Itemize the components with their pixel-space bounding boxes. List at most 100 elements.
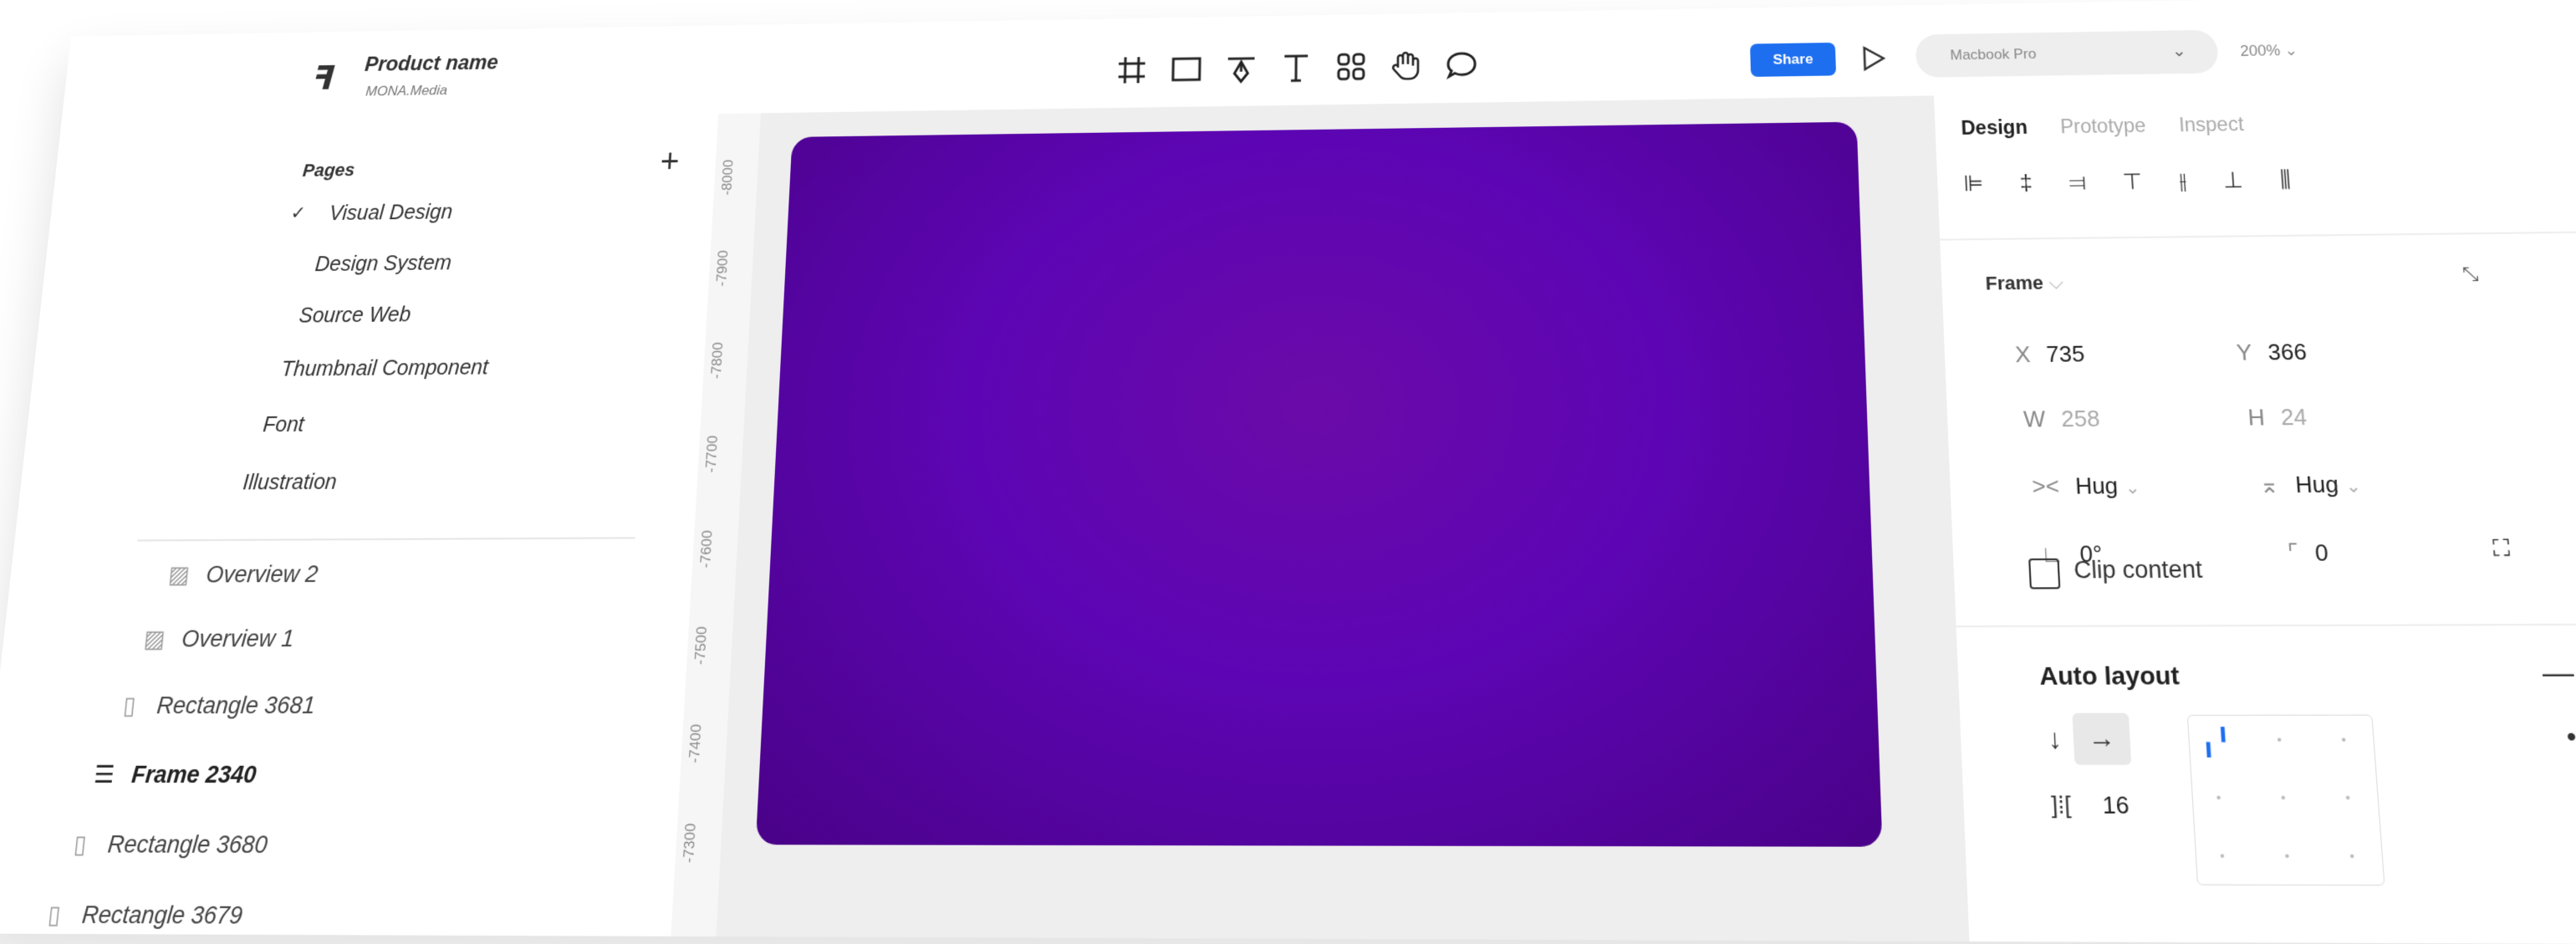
ruler-tick: -7800 <box>708 342 727 379</box>
components-tool-icon[interactable] <box>1333 48 1370 85</box>
page-item-visual-design[interactable]: Visual Design <box>329 201 454 226</box>
layer-label: Overview 2 <box>205 561 319 589</box>
x-field[interactable]: X735 <box>2014 340 2085 368</box>
device-select[interactable]: Macbook Pro ⌄ <box>1915 30 2219 78</box>
chevron-down-icon: ⌄ <box>2171 40 2187 61</box>
page-item-source-web[interactable]: Source Web <box>298 303 411 328</box>
ruler-tick: -7500 <box>691 626 711 665</box>
clip-content-label: Clip content <box>2074 556 2204 584</box>
y-field[interactable]: Y366 <box>2236 339 2308 366</box>
ruler-tick: -7700 <box>703 436 722 473</box>
left-panel: Pages + ✓ Visual Design Design System So… <box>0 114 719 936</box>
rectangle-icon: ▯ <box>40 903 68 926</box>
page-item-font[interactable]: Font <box>262 413 305 438</box>
ruler-tick: -8000 <box>719 160 737 196</box>
w-value: 258 <box>2061 406 2101 432</box>
section-divider <box>1940 231 2576 241</box>
page-item-illustration[interactable]: Illustration <box>242 470 338 495</box>
present-play-icon[interactable] <box>1857 43 1889 74</box>
align-center-horizontal-icon[interactable]: ‡ <box>2019 170 2033 197</box>
ruler-tick: -7900 <box>713 250 732 286</box>
height-field[interactable]: H 24 <box>2247 404 2308 431</box>
frame-heading-label: Frame <box>1985 272 2043 293</box>
width-field[interactable]: W 258 <box>2023 406 2100 433</box>
alignment-toolbar: ⊫ ‡ ⫤ ⊤ ⫲ ⊥ ⫼ <box>1963 166 2292 198</box>
zoom-select[interactable]: 200% ⌄ <box>2240 42 2298 60</box>
design-canvas[interactable] <box>716 95 1968 941</box>
align-right-icon[interactable]: ⫤ <box>2068 169 2087 196</box>
vertical-direction-icon[interactable]: ↓ <box>2048 724 2063 756</box>
check-icon: ✓ <box>290 202 307 224</box>
distribute-icon[interactable]: ⫼ <box>2279 166 2292 194</box>
rectangle-tool-icon[interactable] <box>1168 51 1205 88</box>
inspector-panel: Design Prototype Inspect ⊫ ‡ ⫤ ⊤ ⫲ ⊥ ⫼ F… <box>1933 85 2576 944</box>
project-name[interactable]: Product name <box>364 51 499 76</box>
h-value: 24 <box>2280 404 2308 431</box>
page-item-thumbnail-component[interactable]: Thumbnail Component <box>280 355 489 381</box>
rectangle-icon: ▯ <box>116 695 144 717</box>
layer-item[interactable]: ▯ Rectangle 3680 <box>66 831 268 860</box>
comment-tool-icon[interactable] <box>1443 47 1480 84</box>
chevron-down-icon: ⌄ <box>2125 478 2140 498</box>
layer-item[interactable]: ▯ Rectangle 3681 <box>115 692 316 720</box>
pen-tool-icon[interactable] <box>1222 50 1259 87</box>
selected-frame[interactable] <box>756 122 1883 847</box>
hug-v-value: Hug <box>2294 471 2339 498</box>
corner-radius-field[interactable]: ⌜0 <box>2287 539 2329 568</box>
add-page-button[interactable]: + <box>659 144 680 181</box>
image-icon: ▨ <box>166 564 192 586</box>
chevron-down-icon: ⌄ <box>2345 477 2362 497</box>
item-spacing-value[interactable]: 16 <box>2102 791 2130 820</box>
layer-item[interactable]: ▨ Overview 2 <box>166 561 319 589</box>
layer-item[interactable]: ▨ Overview 1 <box>140 625 295 653</box>
horizontal-resizing-select[interactable]: ><Hug⌄ <box>2032 472 2141 501</box>
device-select-label: Macbook Pro <box>1950 46 2037 64</box>
horizontal-direction-icon[interactable]: → <box>2072 713 2131 765</box>
align-bottom-icon[interactable]: ⊥ <box>2222 167 2244 195</box>
layer-item-selected[interactable]: ☰ Frame 2340 <box>90 761 258 788</box>
vertical-resize-icon: ⌅ <box>2258 472 2280 498</box>
frame-section-heading[interactable]: Frame ⌵ <box>1985 272 2063 295</box>
layer-label: Rectangle 3680 <box>106 831 268 860</box>
x-value: 735 <box>2046 340 2085 367</box>
figma-logo-icon[interactable]: ꟻ <box>311 60 336 97</box>
w-label: W <box>2023 406 2046 432</box>
tab-inspect[interactable]: Inspect <box>2178 113 2244 136</box>
alignment-grid[interactable]: ╻╹ <box>2187 715 2385 886</box>
align-top-icon[interactable]: ⊤ <box>2122 168 2144 196</box>
h-label: H <box>2247 404 2266 431</box>
remove-auto-layout-button[interactable]: — <box>2541 655 2575 691</box>
layer-label: Rectangle 3681 <box>156 692 316 720</box>
layer-item[interactable]: ▯ Rectangle 3679 <box>40 901 243 931</box>
layer-label: Frame 2340 <box>130 761 258 788</box>
inspector-tabs: Design Prototype Inspect <box>1961 113 2244 140</box>
horizontal-resize-icon: >< <box>2032 472 2060 499</box>
text-tool-icon[interactable] <box>1278 49 1314 86</box>
align-middle-vertical-icon[interactable]: ⫲ <box>2178 168 2187 196</box>
ruler-tick: -7300 <box>681 824 700 863</box>
page-item-design-system[interactable]: Design System <box>314 252 453 277</box>
layer-label: Rectangle 3679 <box>80 901 243 930</box>
vertical-resizing-select[interactable]: ⌅ Hug ⌄ <box>2258 471 2361 499</box>
y-value: 366 <box>2267 339 2307 365</box>
chevron-down-icon: ⌵ <box>2048 272 2064 293</box>
align-top-left-indicator: ╻╹ <box>2200 727 2242 754</box>
auto-layout-heading: Auto layout <box>2039 661 2181 691</box>
hand-tool-icon[interactable] <box>1388 48 1425 84</box>
rectangle-icon: ▯ <box>66 833 94 856</box>
ruler-tick: -7400 <box>686 724 706 763</box>
resize-to-fit-icon[interactable]: ⤡ <box>2461 263 2479 285</box>
frame-tool-icon[interactable] <box>1113 52 1150 88</box>
radius-value: 0 <box>2314 539 2329 566</box>
corner-radius-icon: ⌜ <box>2287 539 2299 566</box>
tab-prototype[interactable]: Prototype <box>2060 115 2147 139</box>
share-button[interactable]: Share <box>1750 43 1836 77</box>
align-left-icon[interactable]: ⊫ <box>1963 171 1984 198</box>
chevron-down-icon: ⌄ <box>2284 42 2298 59</box>
tab-design[interactable]: Design <box>1961 116 2028 140</box>
more-options-icon[interactable]: ••• <box>2565 722 2576 753</box>
team-name: MONA.Media <box>365 83 448 100</box>
independent-corners-icon[interactable]: ⛶ <box>2492 534 2511 564</box>
image-icon: ▨ <box>141 628 168 651</box>
clip-content-checkbox[interactable] <box>2028 559 2060 589</box>
